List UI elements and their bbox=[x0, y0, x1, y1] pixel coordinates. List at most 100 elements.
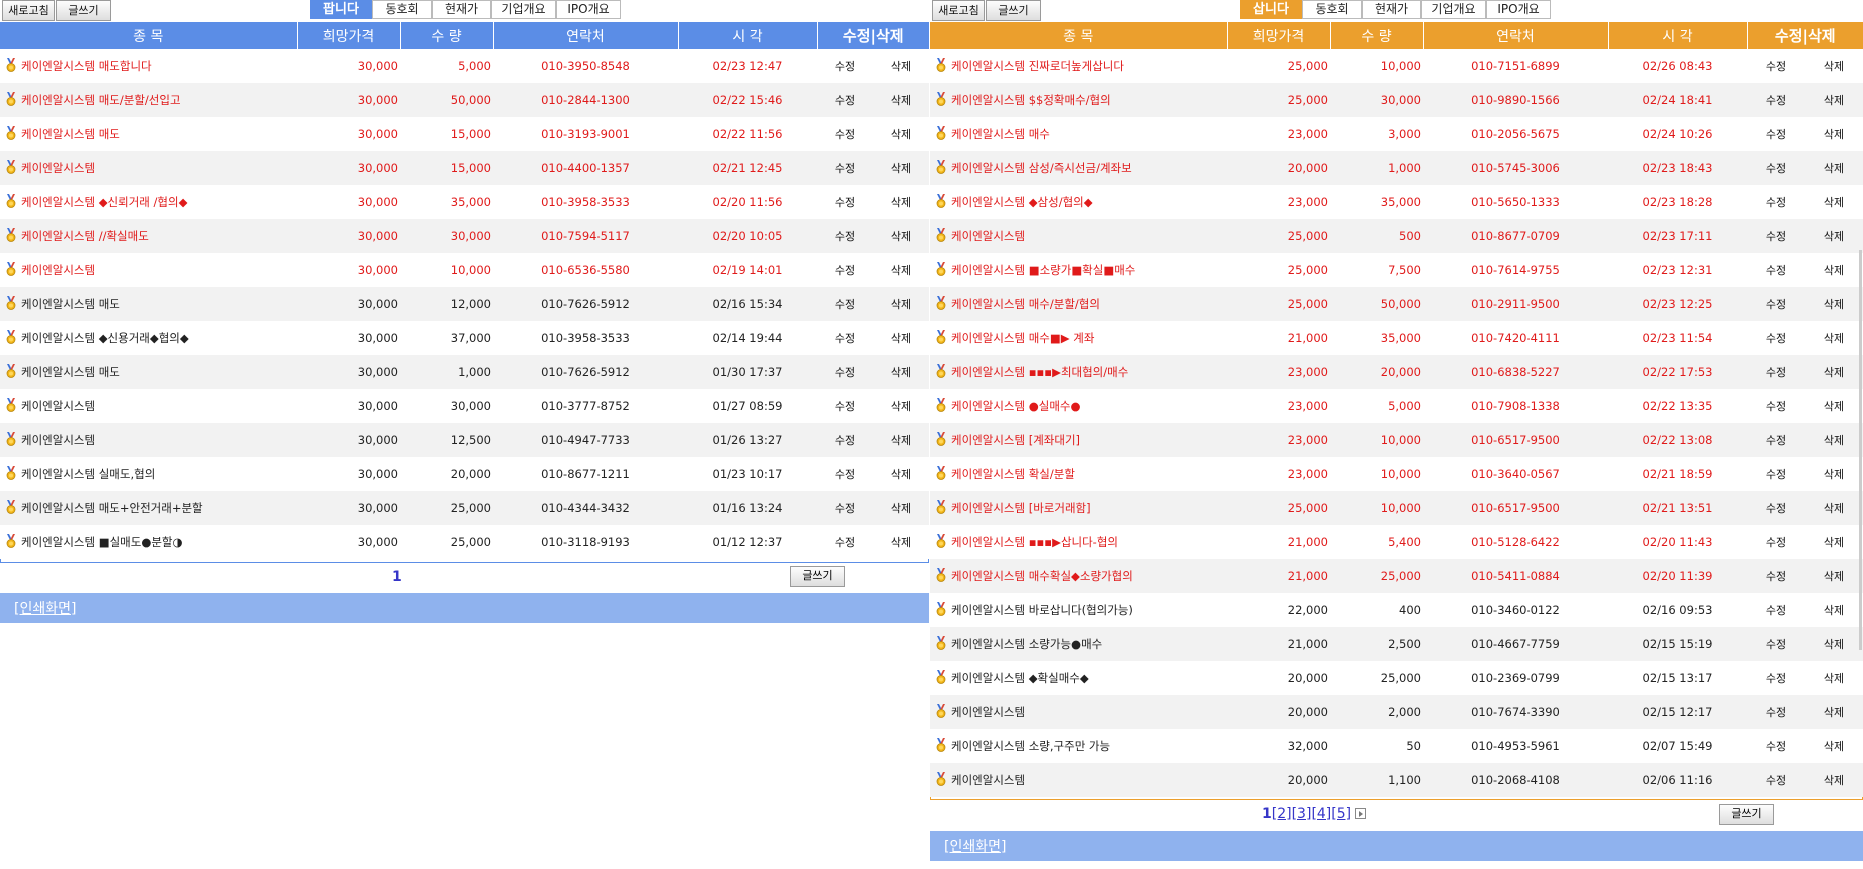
row-title[interactable]: 케이엔알시스템 //확실매도 bbox=[21, 229, 149, 243]
row-title[interactable]: 케이엔알시스템 매수■▶ 계좌 bbox=[951, 331, 1094, 345]
delete-link[interactable]: 삭제 bbox=[1805, 559, 1863, 593]
edit-link[interactable]: 수정 bbox=[817, 151, 873, 185]
row-title-cell[interactable]: 케이엔알시스템 매도/분할/선입고 bbox=[0, 83, 297, 117]
row-title-cell[interactable]: 케이엔알시스템 [바로거래함] bbox=[930, 491, 1227, 525]
row-title[interactable]: 케이엔알시스템 진짜로더높게삽니다 bbox=[951, 59, 1124, 73]
edit-link[interactable]: 수정 bbox=[1747, 491, 1805, 525]
delete-link[interactable]: 삭제 bbox=[1805, 219, 1863, 253]
edit-link[interactable]: 수정 bbox=[817, 355, 873, 389]
delete-link[interactable]: 삭제 bbox=[873, 219, 929, 253]
delete-link[interactable]: 삭제 bbox=[1805, 355, 1863, 389]
delete-link[interactable]: 삭제 bbox=[1805, 423, 1863, 457]
row-title-cell[interactable]: 케이엔알시스템 진짜로더높게삽니다 bbox=[930, 49, 1227, 83]
tab-buy[interactable]: 삽니다 bbox=[1240, 0, 1302, 19]
row-title[interactable]: 케이엔알시스템 bbox=[21, 263, 95, 277]
row-title[interactable]: 케이엔알시스템 bbox=[21, 161, 95, 175]
row-title-cell[interactable]: 케이엔알시스템 ◆확실매수◆ bbox=[930, 661, 1227, 695]
tab-club[interactable]: 동호회 bbox=[372, 0, 432, 19]
write-button-bottom[interactable]: 글쓰기 bbox=[790, 566, 845, 587]
row-title[interactable]: 케이엔알시스템 매수/분할/협의 bbox=[951, 297, 1100, 311]
row-title-cell[interactable]: 케이엔알시스템 bbox=[0, 389, 297, 423]
row-title-cell[interactable]: 케이엔알시스템 소량가능●매수 bbox=[930, 627, 1227, 661]
edit-link[interactable]: 수정 bbox=[817, 321, 873, 355]
delete-link[interactable]: 삭제 bbox=[1805, 389, 1863, 423]
delete-link[interactable]: 삭제 bbox=[873, 423, 929, 457]
edit-link[interactable]: 수정 bbox=[1747, 695, 1805, 729]
edit-link[interactable]: 수정 bbox=[1747, 627, 1805, 661]
edit-link[interactable]: 수정 bbox=[817, 219, 873, 253]
delete-link[interactable]: 삭제 bbox=[1805, 661, 1863, 695]
row-title[interactable]: 케이엔알시스템 bbox=[21, 399, 95, 413]
row-title-cell[interactable]: 케이엔알시스템 매수 bbox=[930, 117, 1227, 151]
row-title[interactable]: 케이엔알시스템 소량가능●매수 bbox=[951, 637, 1102, 651]
row-title-cell[interactable]: 케이엔알시스템 매수/분할/협의 bbox=[930, 287, 1227, 321]
row-title[interactable]: 케이엔알시스템 매도+안전거래+분할 bbox=[21, 501, 203, 515]
edit-link[interactable]: 수정 bbox=[817, 525, 873, 559]
row-title-cell[interactable]: 케이엔알시스템 bbox=[0, 423, 297, 457]
delete-link[interactable]: 삭제 bbox=[1805, 457, 1863, 491]
delete-link[interactable]: 삭제 bbox=[1805, 253, 1863, 287]
edit-link[interactable]: 수정 bbox=[817, 457, 873, 491]
edit-link[interactable]: 수정 bbox=[1747, 219, 1805, 253]
edit-link[interactable]: 수정 bbox=[1747, 389, 1805, 423]
row-title[interactable]: 케이엔알시스템 매도 bbox=[21, 127, 120, 141]
row-title-cell[interactable]: 케이엔알시스템 bbox=[930, 219, 1227, 253]
row-title-cell[interactable]: 케이엔알시스템 실매도,협의 bbox=[0, 457, 297, 491]
row-title[interactable]: 케이엔알시스템 매수 bbox=[951, 127, 1050, 141]
edit-link[interactable]: 수정 bbox=[817, 117, 873, 151]
scrollbar[interactable] bbox=[1859, 250, 1862, 650]
delete-link[interactable]: 삭제 bbox=[873, 49, 929, 83]
edit-link[interactable]: 수정 bbox=[817, 389, 873, 423]
row-title[interactable]: 케이엔알시스템 ●실매수● bbox=[951, 399, 1081, 413]
write-button[interactable]: 글쓰기 bbox=[986, 0, 1041, 21]
edit-link[interactable]: 수정 bbox=[817, 491, 873, 525]
delete-link[interactable]: 삭제 bbox=[873, 151, 929, 185]
tab-current-price[interactable]: 현재가 bbox=[1362, 0, 1421, 19]
edit-link[interactable]: 수정 bbox=[817, 83, 873, 117]
delete-link[interactable]: 삭제 bbox=[1805, 287, 1863, 321]
row-title[interactable]: 케이엔알시스템 ◆신뢰거래 /협의◆ bbox=[21, 195, 187, 209]
delete-link[interactable]: 삭제 bbox=[1805, 729, 1863, 763]
edit-link[interactable]: 수정 bbox=[1747, 117, 1805, 151]
tab-company-overview[interactable]: 기업개요 bbox=[1421, 0, 1486, 19]
delete-link[interactable]: 삭제 bbox=[873, 253, 929, 287]
delete-link[interactable]: 삭제 bbox=[1805, 117, 1863, 151]
edit-link[interactable]: 수정 bbox=[1747, 457, 1805, 491]
row-title-cell[interactable]: 케이엔알시스템 ●실매수● bbox=[930, 389, 1227, 423]
edit-link[interactable]: 수정 bbox=[1747, 763, 1805, 797]
edit-link[interactable]: 수정 bbox=[1747, 49, 1805, 83]
delete-link[interactable]: 삭제 bbox=[1805, 83, 1863, 117]
row-title[interactable]: 케이엔알시스템 삼성/즉시선금/계좌보 bbox=[951, 161, 1132, 175]
edit-link[interactable]: 수정 bbox=[1747, 593, 1805, 627]
row-title-cell[interactable]: 케이엔알시스템 ■실매도●분할◑ bbox=[0, 525, 297, 559]
row-title-cell[interactable]: 케이엔알시스템 매도+안전거래+분할 bbox=[0, 491, 297, 525]
delete-link[interactable]: 삭제 bbox=[873, 389, 929, 423]
row-title[interactable]: 케이엔알시스템 [바로거래함] bbox=[951, 501, 1091, 515]
edit-link[interactable]: 수정 bbox=[1747, 321, 1805, 355]
row-title[interactable]: 케이엔알시스템 $$정확매수/협의 bbox=[951, 93, 1111, 107]
tab-ipo-overview[interactable]: IPO개요 bbox=[556, 0, 621, 19]
row-title[interactable]: 케이엔알시스템 매도합니다 bbox=[21, 59, 152, 73]
row-title-cell[interactable]: 케이엔알시스템 매도 bbox=[0, 117, 297, 151]
row-title[interactable]: 케이엔알시스템 bbox=[21, 433, 95, 447]
row-title[interactable]: 케이엔알시스템 ◆삼성/협의◆ bbox=[951, 195, 1093, 209]
delete-link[interactable]: 삭제 bbox=[873, 355, 929, 389]
edit-link[interactable]: 수정 bbox=[817, 49, 873, 83]
row-title[interactable]: 케이엔알시스템 ▪▪▪▶최대협의/매수 bbox=[951, 365, 1128, 379]
row-title[interactable]: 케이엔알시스템 바로삽니다(협의가능) bbox=[951, 603, 1133, 617]
edit-link[interactable]: 수정 bbox=[817, 287, 873, 321]
row-title-cell[interactable]: 케이엔알시스템 [계좌대기] bbox=[930, 423, 1227, 457]
row-title[interactable]: 케이엔알시스템 매도 bbox=[21, 365, 120, 379]
edit-link[interactable]: 수정 bbox=[1747, 253, 1805, 287]
row-title-cell[interactable]: 케이엔알시스템 ▪▪▪▶삽니다-협의 bbox=[930, 525, 1227, 559]
row-title[interactable]: 케이엔알시스템 매수확실◆소량가협의 bbox=[951, 569, 1133, 583]
edit-link[interactable]: 수정 bbox=[1747, 729, 1805, 763]
row-title-cell[interactable]: 케이엔알시스템 bbox=[0, 253, 297, 287]
delete-link[interactable]: 삭제 bbox=[873, 287, 929, 321]
edit-link[interactable]: 수정 bbox=[817, 253, 873, 287]
row-title-cell[interactable]: 케이엔알시스템 bbox=[0, 151, 297, 185]
row-title-cell[interactable]: 케이엔알시스템 확실/분할 bbox=[930, 457, 1227, 491]
edit-link[interactable]: 수정 bbox=[817, 185, 873, 219]
row-title-cell[interactable]: 케이엔알시스템 bbox=[930, 763, 1227, 797]
row-title[interactable]: 케이엔알시스템 소량,구주만 가능 bbox=[951, 739, 1110, 753]
